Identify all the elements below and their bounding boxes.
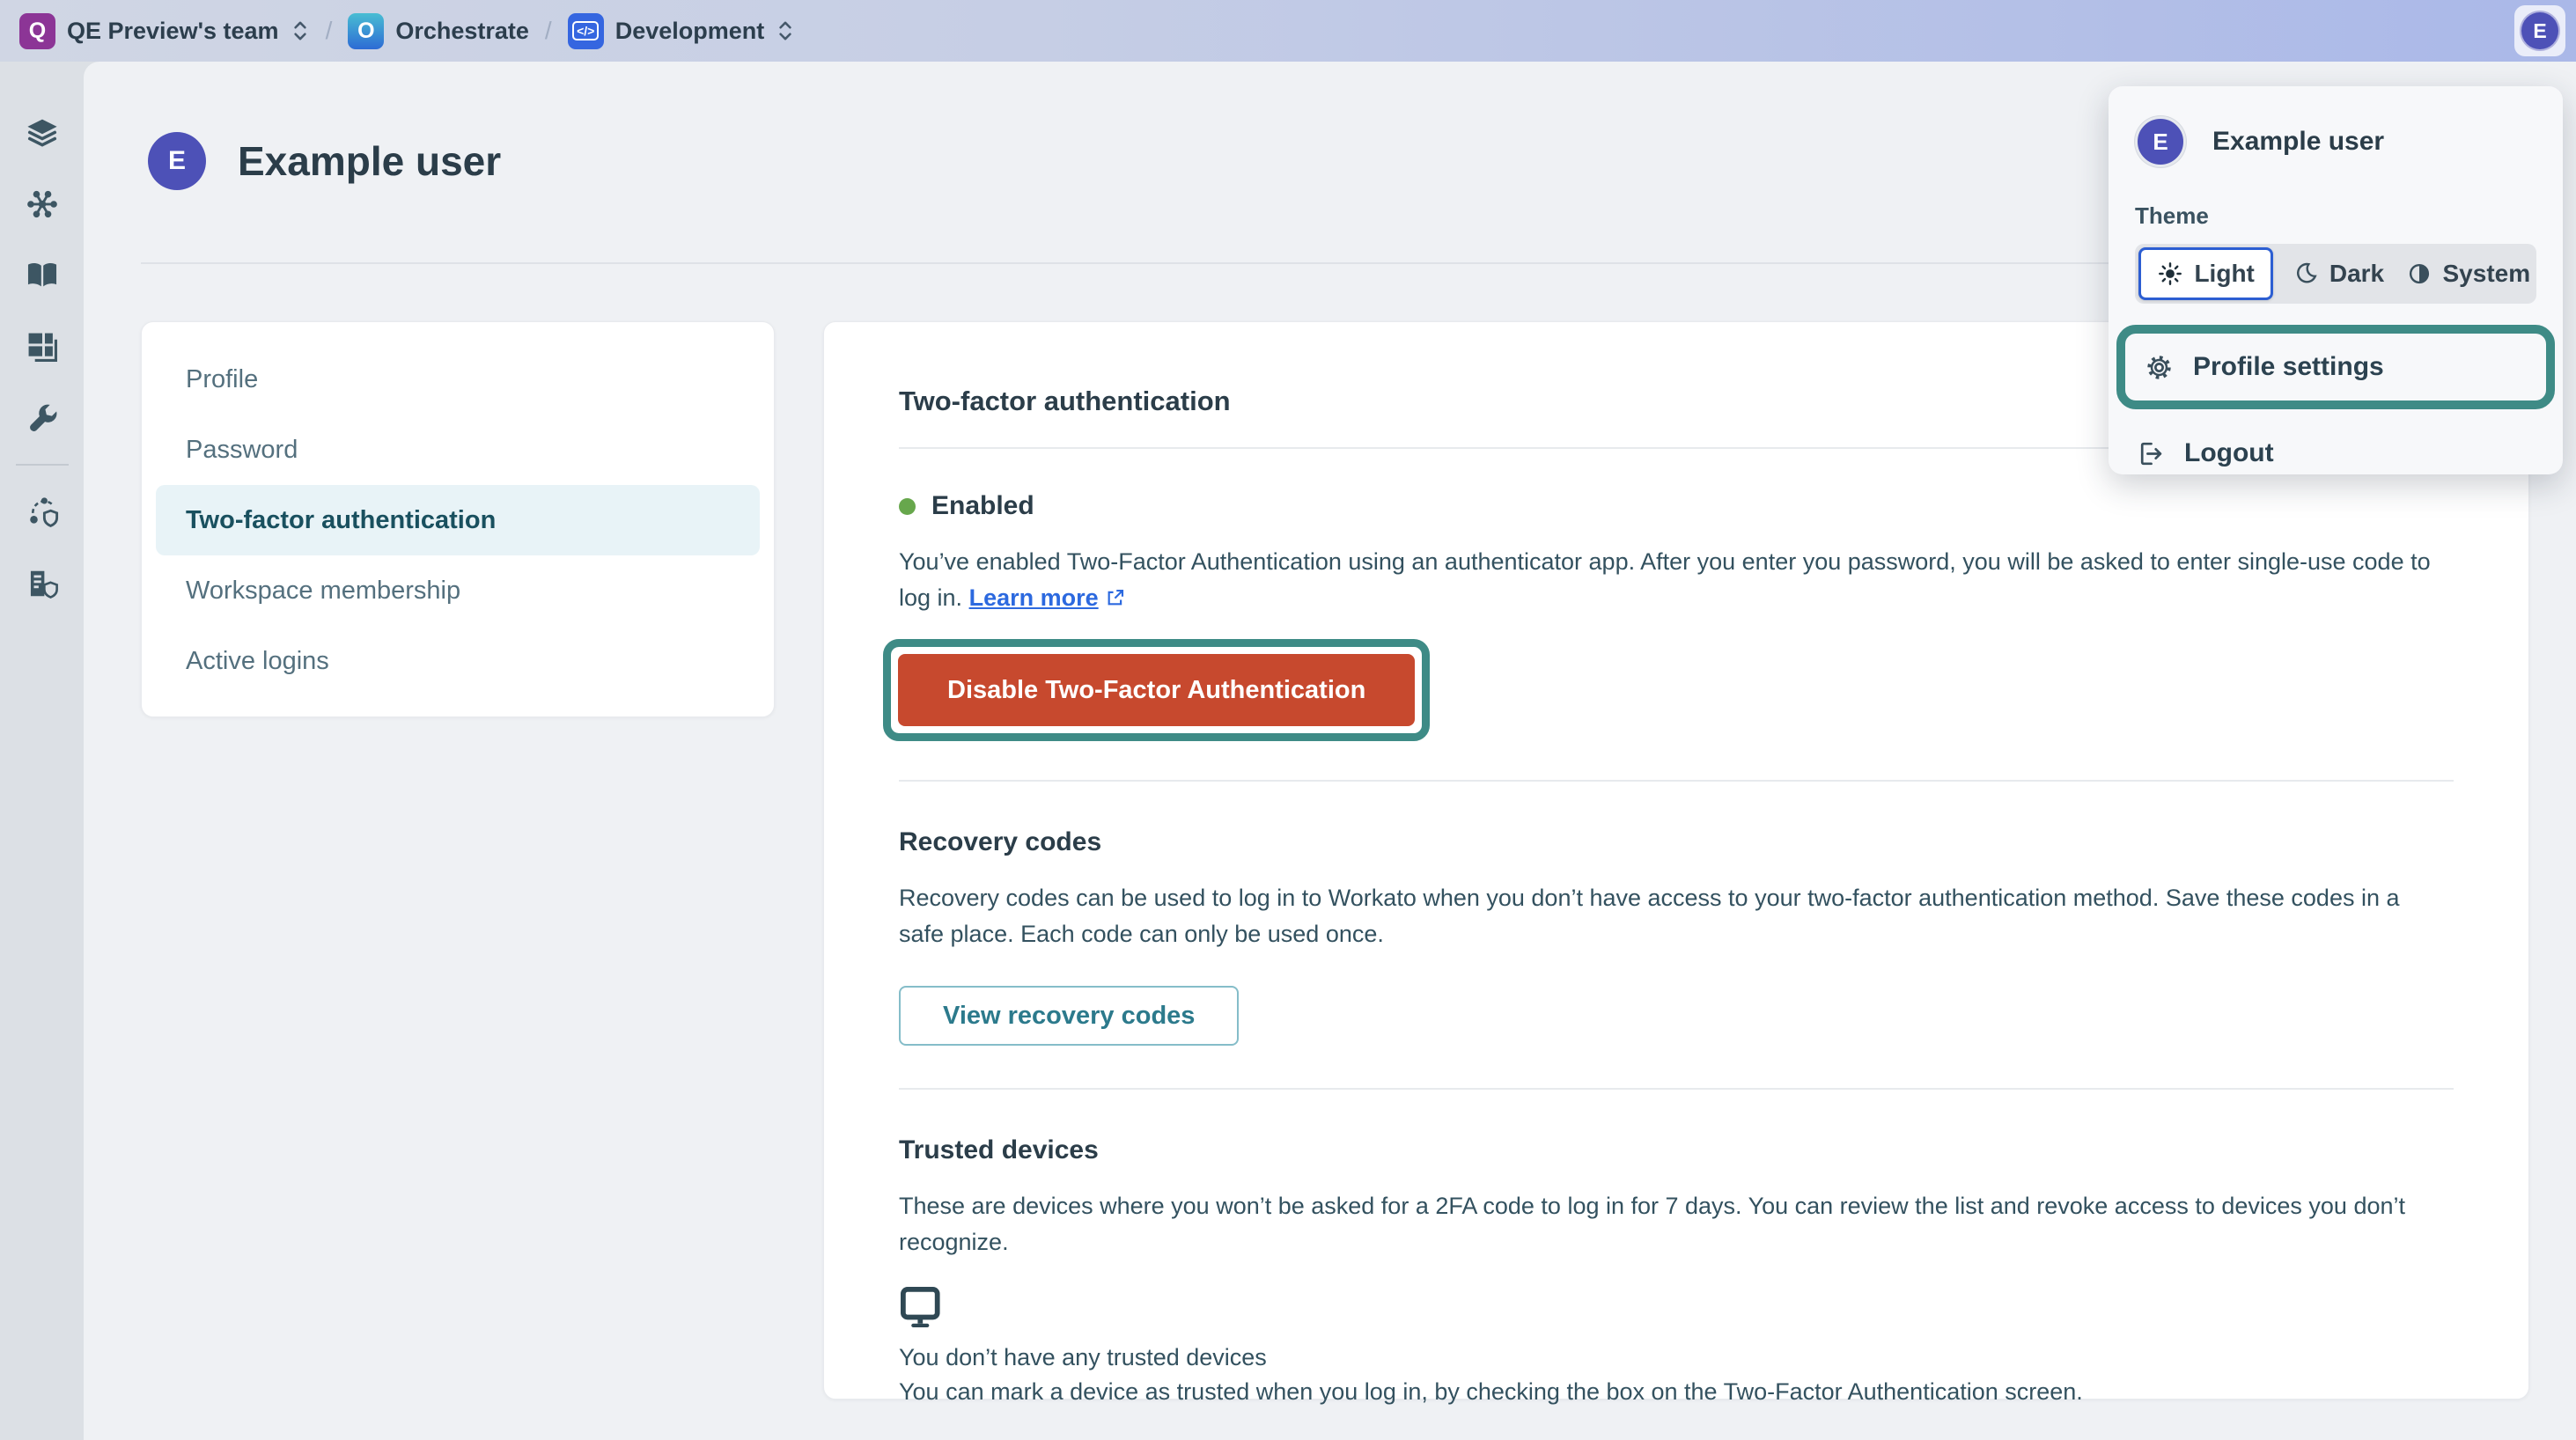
theme-option-light[interactable]: Light xyxy=(2138,247,2273,300)
nav-item-workspace-membership[interactable]: Workspace membership xyxy=(156,555,760,626)
logout-item[interactable]: Logout xyxy=(2125,425,2536,481)
theme-option-label: System xyxy=(2443,260,2531,288)
nav-item-profile[interactable]: Profile xyxy=(156,344,760,415)
sidebar-item-community[interactable] xyxy=(0,476,84,547)
view-recovery-codes-button[interactable]: View recovery codes xyxy=(899,986,1239,1046)
building-shield-icon xyxy=(26,567,59,600)
avatar: E xyxy=(2135,116,2186,167)
learn-more-link[interactable]: Learn more xyxy=(969,584,1099,611)
external-link-icon xyxy=(1106,588,1125,607)
profile-settings-label: Profile settings xyxy=(2193,352,2384,382)
theme-option-system[interactable]: System xyxy=(2403,247,2533,300)
page-title: Example user xyxy=(238,137,501,185)
two-factor-panel: Two-factor authentication Enabled You’ve… xyxy=(823,321,2529,1400)
chevron-updown-icon xyxy=(291,18,310,43)
annotation-ring: Disable Two-Factor Authentication xyxy=(883,639,1430,741)
sidebar-item-tools[interactable] xyxy=(0,382,84,453)
sun-icon xyxy=(2157,261,2183,287)
sidebar-item-apps[interactable] xyxy=(0,311,84,382)
sidebar-item-organization[interactable] xyxy=(0,547,84,619)
theme-option-label: Dark xyxy=(2329,260,2384,288)
moon-icon xyxy=(2293,261,2319,287)
page-header: E Example user xyxy=(148,132,501,190)
chevron-updown-icon xyxy=(776,18,795,43)
monitor-icon-wrap xyxy=(899,1287,2454,1332)
network-shield-icon xyxy=(26,496,59,529)
hub-icon xyxy=(26,187,59,221)
gear-icon xyxy=(2145,353,2174,382)
divider xyxy=(899,780,2454,782)
trusted-devices-hint: You can mark a device as trusted when yo… xyxy=(899,1378,2454,1406)
user-avatar-button[interactable]: E xyxy=(2514,5,2565,56)
breadcrumb: Q QE Preview's team / O Orchestrate / </… xyxy=(19,13,795,49)
sidebar-item-hub[interactable] xyxy=(0,168,84,239)
two-factor-description: You’ve enabled Two-Factor Authentication… xyxy=(899,544,2448,616)
trusted-devices-title: Trusted devices xyxy=(899,1135,2454,1165)
sidebar-divider xyxy=(16,464,69,466)
sidebar-item-library[interactable] xyxy=(0,239,84,311)
breadcrumb-orchestrate[interactable]: O Orchestrate xyxy=(348,13,529,49)
profile-settings-item[interactable]: Profile settings xyxy=(2134,339,2537,395)
monitor-icon xyxy=(899,1287,943,1327)
user-avatar: E xyxy=(148,132,206,190)
status-dot xyxy=(899,498,916,515)
settings-nav: Profile Password Two-factor authenticati… xyxy=(141,321,775,717)
orchestrate-badge: O xyxy=(348,13,384,49)
user-menu-header: E Example user xyxy=(2135,116,2536,167)
orchestrate-label: Orchestrate xyxy=(395,18,529,45)
theme-label: Theme xyxy=(2135,202,2536,230)
nav-item-password[interactable]: Password xyxy=(156,415,760,485)
disable-two-factor-button[interactable]: Disable Two-Factor Authentication xyxy=(898,654,1415,726)
development-badge: </> xyxy=(568,13,604,49)
user-menu: E Example user Theme Light Dark System P… xyxy=(2109,86,2563,474)
avatar: E xyxy=(2520,11,2560,51)
theme-option-label: Light xyxy=(2194,260,2254,288)
breadcrumb-environment[interactable]: </> Development xyxy=(568,13,796,49)
environment-label: Development xyxy=(615,18,765,45)
top-bar: Q QE Preview's team / O Orchestrate / </… xyxy=(0,0,2576,62)
team-label: QE Preview's team xyxy=(67,18,279,45)
divider xyxy=(899,1088,2454,1090)
description-text: You’ve enabled Two-Factor Authentication… xyxy=(899,548,2431,611)
theme-switcher: Light Dark System xyxy=(2135,244,2536,304)
logout-label: Logout xyxy=(2184,438,2274,468)
code-icon: </> xyxy=(572,21,599,40)
wrench-icon xyxy=(26,401,59,435)
book-icon xyxy=(26,259,59,292)
breadcrumb-separator: / xyxy=(541,17,556,45)
annotation-ring: Profile settings xyxy=(2116,325,2555,409)
no-trusted-devices-text: You don’t have any trusted devices xyxy=(899,1344,2454,1371)
grid-icon xyxy=(26,330,59,364)
system-theme-icon xyxy=(2406,261,2432,287)
status-row: Enabled xyxy=(899,491,2454,521)
team-badge: Q xyxy=(19,13,55,49)
recovery-codes-description: Recovery codes can be used to log in to … xyxy=(899,880,2448,952)
breadcrumb-team[interactable]: Q QE Preview's team xyxy=(19,13,310,49)
nav-item-two-factor[interactable]: Two-factor authentication xyxy=(156,485,760,555)
theme-option-dark[interactable]: Dark xyxy=(2273,247,2403,300)
user-name: Example user xyxy=(2212,127,2384,157)
trusted-devices-description: These are devices where you won’t be ask… xyxy=(899,1188,2454,1260)
breadcrumb-separator: / xyxy=(322,17,336,45)
layers-icon xyxy=(26,116,59,150)
sidebar-item-layers[interactable] xyxy=(0,97,84,168)
status-label: Enabled xyxy=(931,491,1034,521)
nav-item-active-logins[interactable]: Active logins xyxy=(156,626,760,696)
logout-icon xyxy=(2136,439,2165,468)
recovery-codes-title: Recovery codes xyxy=(899,827,2454,857)
